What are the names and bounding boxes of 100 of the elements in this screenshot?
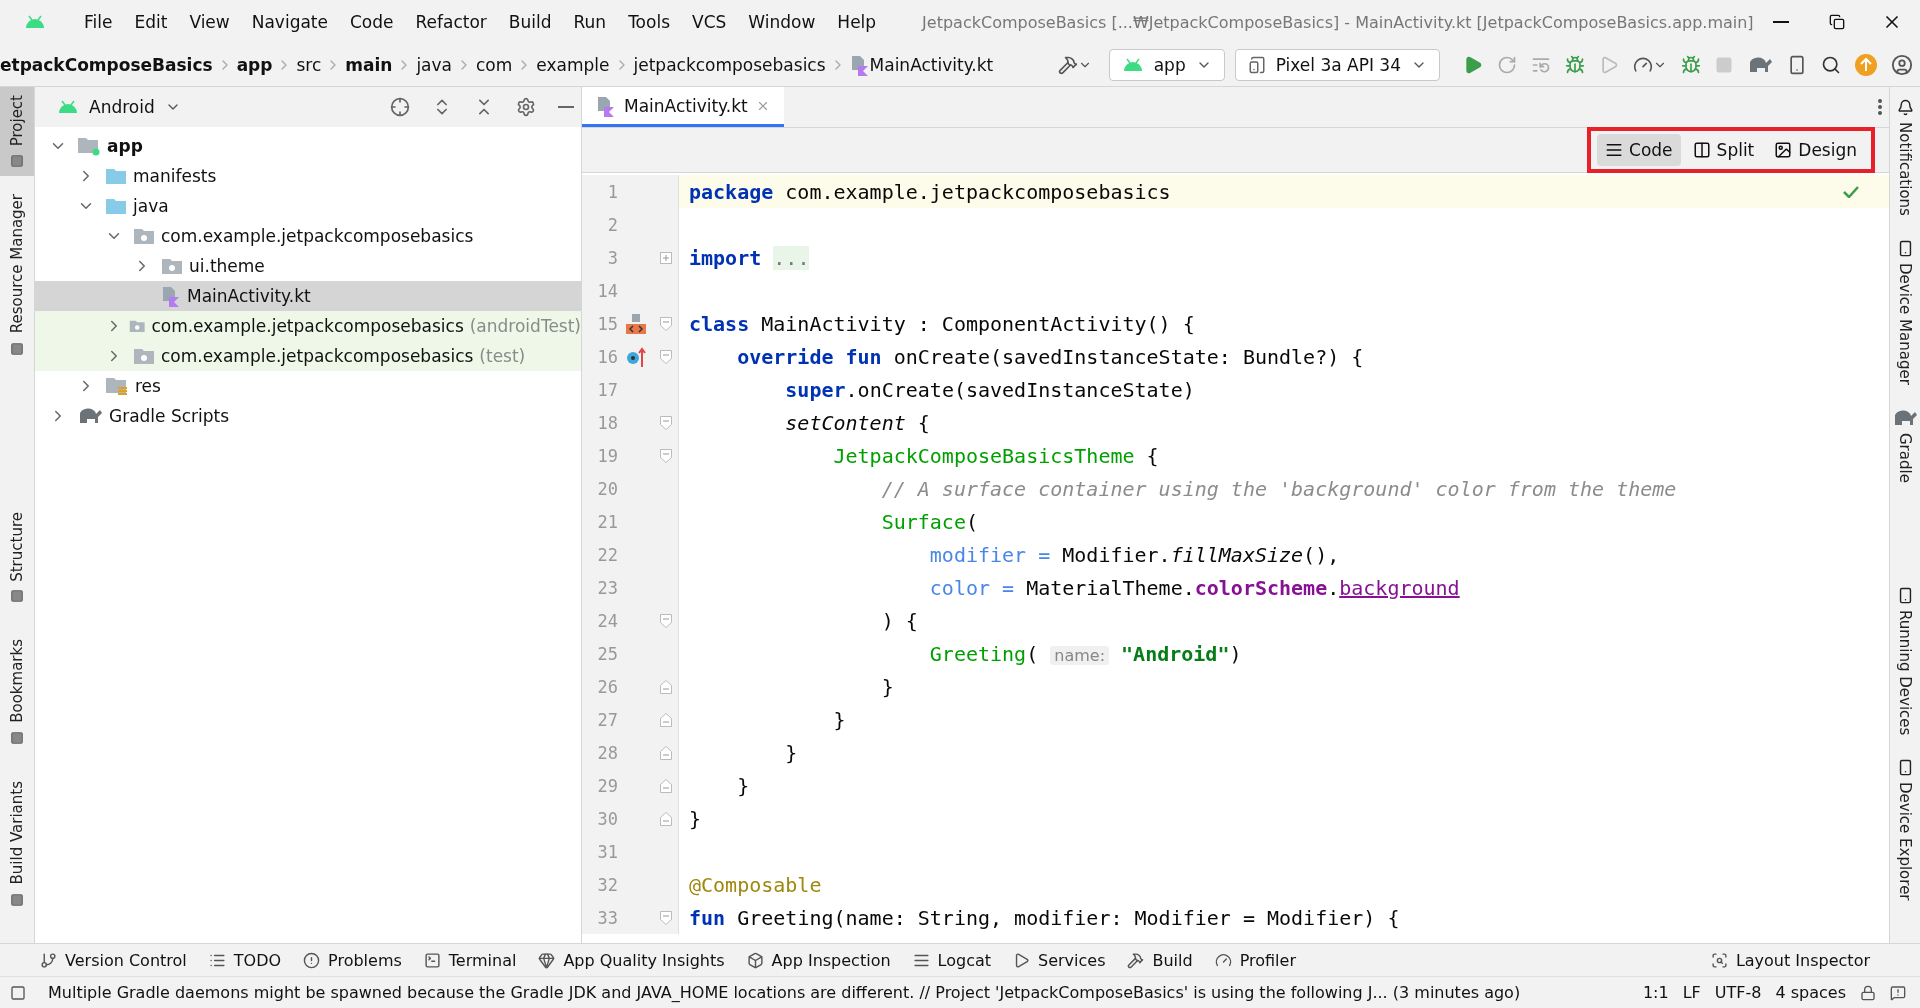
tool-window-icon [10,892,24,907]
status-message[interactable]: Multiple Gradle daemons might be spawned because the Gradle JDK and JAVA_HOME locations are different. // Project 'JetpackComposeBasics' is using the following J... (3 minutes ago) [48,983,1629,1002]
tool-window-button[interactable]: Services [1013,950,1106,970]
tool-window-button[interactable]: Version Control [40,950,187,970]
view-mode-button[interactable]: Code [1597,134,1681,166]
line-number: 30 [596,808,618,829]
tool-window-icon [10,154,24,169]
compose-preview-icon[interactable] [624,311,648,336]
menu-item[interactable]: VCS [692,12,727,32]
android-logo-icon [24,15,46,29]
menu-item[interactable]: Window [748,12,816,32]
tool-window-button[interactable]: Layout Inspector [1710,950,1870,970]
line-number: 1 [606,181,618,202]
tree-row[interactable]: Gradle Scripts [35,401,581,431]
menu-item[interactable]: Edit [134,12,168,32]
run-config-dropdown[interactable]: app [1108,49,1225,81]
search-icon [1821,55,1841,75]
tree-row[interactable]: com.example.jetpackcomposebasics (test) [35,341,581,371]
tree-row[interactable]: app [35,131,581,161]
tree-row[interactable]: manifests [35,161,581,191]
tool-window-button[interactable]: Terminal [423,950,517,970]
line-number: 19 [596,445,618,466]
editor-tab[interactable]: MainActivity.kt [582,87,784,127]
view-mode-button[interactable]: Design [1766,134,1865,166]
menu-item[interactable]: Run [573,12,607,32]
menu-item[interactable]: File [84,12,113,32]
view-mode-button[interactable]: Split [1684,134,1763,166]
menu-item[interactable]: Refactor [415,12,487,32]
tree-row[interactable]: com.example.jetpackcomposebasics (androidTest) [35,311,581,341]
tool-window-button[interactable]: App Inspection [746,950,891,970]
tree-row[interactable]: res [35,371,581,401]
tool-window-tab[interactable]: Gradle [1892,408,1918,483]
tool-window-button[interactable]: App Quality Insights [538,950,725,970]
settings-icon [516,97,536,117]
menu-item[interactable]: Tools [628,12,670,32]
play-icon [1013,951,1030,969]
hammer-icon [1057,55,1078,75]
tool-window-tab[interactable]: Build Variants [0,773,34,915]
status-item[interactable]: UTF-8 [1714,983,1762,1002]
breadcrumb[interactable]: com [476,55,513,75]
device-dropdown[interactable]: Pixel 3a API 34 [1234,49,1440,81]
stop-icon [1715,56,1733,74]
tool-window-tab[interactable]: Resource Manager [0,186,34,364]
menu-item[interactable]: Help [837,12,877,32]
menu-item[interactable]: Build [508,12,552,32]
breadcrumb[interactable]: etpackComposeBasics [0,55,213,75]
tool-window-button[interactable]: Logcat [912,950,991,970]
tree-row[interactable]: ui.theme [35,251,581,281]
tree-label: com.example.jetpackcomposebasics [161,346,474,366]
menu-item[interactable]: Code [350,12,394,32]
user-icon [1891,54,1913,76]
breadcrumb[interactable]: jetpackcomposebasics [633,55,826,75]
code-text: Surface( [880,509,978,534]
tree-row[interactable]: java [35,191,581,221]
code-text: } [688,806,702,831]
code-text: @Composable [688,872,822,897]
inspect-icon [1710,951,1728,969]
tree-row[interactable]: com.example.jetpackcomposebasics [35,221,581,251]
tool-window-button[interactable]: Build [1127,950,1193,970]
breadcrumb[interactable]: example [536,55,610,75]
tool-window-button[interactable]: Problems [303,950,402,970]
tool-window-icon [10,731,24,746]
gauge-icon [1214,951,1232,969]
module-folder-icon [77,136,101,156]
kotlin-file-icon [161,285,181,307]
branch-icon [40,951,57,969]
tool-window-tab[interactable]: Running Devices [1896,586,1914,735]
line-number: 20 [596,478,618,499]
line-number: 32 [596,874,618,895]
status-item[interactable]: LF [1682,983,1701,1002]
tool-window-tab[interactable]: Device Explorer [1896,759,1914,901]
source-set-label: (test) [479,346,526,366]
breadcrumb[interactable]: MainActivity.kt [869,55,994,75]
menu-item[interactable]: Navigate [251,12,328,32]
package-folder-icon [133,227,155,245]
tool-window-tab[interactable]: Bookmarks [0,631,34,754]
code-text: } [736,773,750,798]
menu-item[interactable]: View [189,12,230,32]
code-text: package com.example.jetpackcomposebasics [688,179,1171,204]
code-text: } [832,707,846,732]
breadcrumb[interactable]: src [296,55,322,75]
tool-window-tab[interactable]: Structure [0,503,34,612]
bug-icon [1681,55,1701,75]
panel-toggle-icon [10,984,26,1001]
tool-window-tab[interactable]: Notifications [1896,99,1914,216]
tool-window-tab[interactable]: Project [0,87,34,177]
project-view-dropdown[interactable]: Android [51,96,187,118]
breadcrumb[interactable]: java [416,55,452,75]
tree-row[interactable]: MainActivity.kt [35,281,581,311]
tree-label: com.example.jetpackcomposebasics [151,316,464,336]
status-item[interactable]: 4 spaces [1775,983,1846,1002]
breadcrumb[interactable]: app [236,55,273,75]
tool-window-button[interactable]: Profiler [1214,950,1296,970]
status-item[interactable]: 1:1 [1642,983,1669,1002]
gem-icon [538,951,556,969]
code-text: setContent { [784,410,930,435]
line-number: 26 [596,676,618,697]
tool-window-tab[interactable]: Device Manager [1896,239,1914,385]
tool-window-button[interactable]: TODO [208,950,282,970]
breadcrumb[interactable]: main [345,55,393,75]
